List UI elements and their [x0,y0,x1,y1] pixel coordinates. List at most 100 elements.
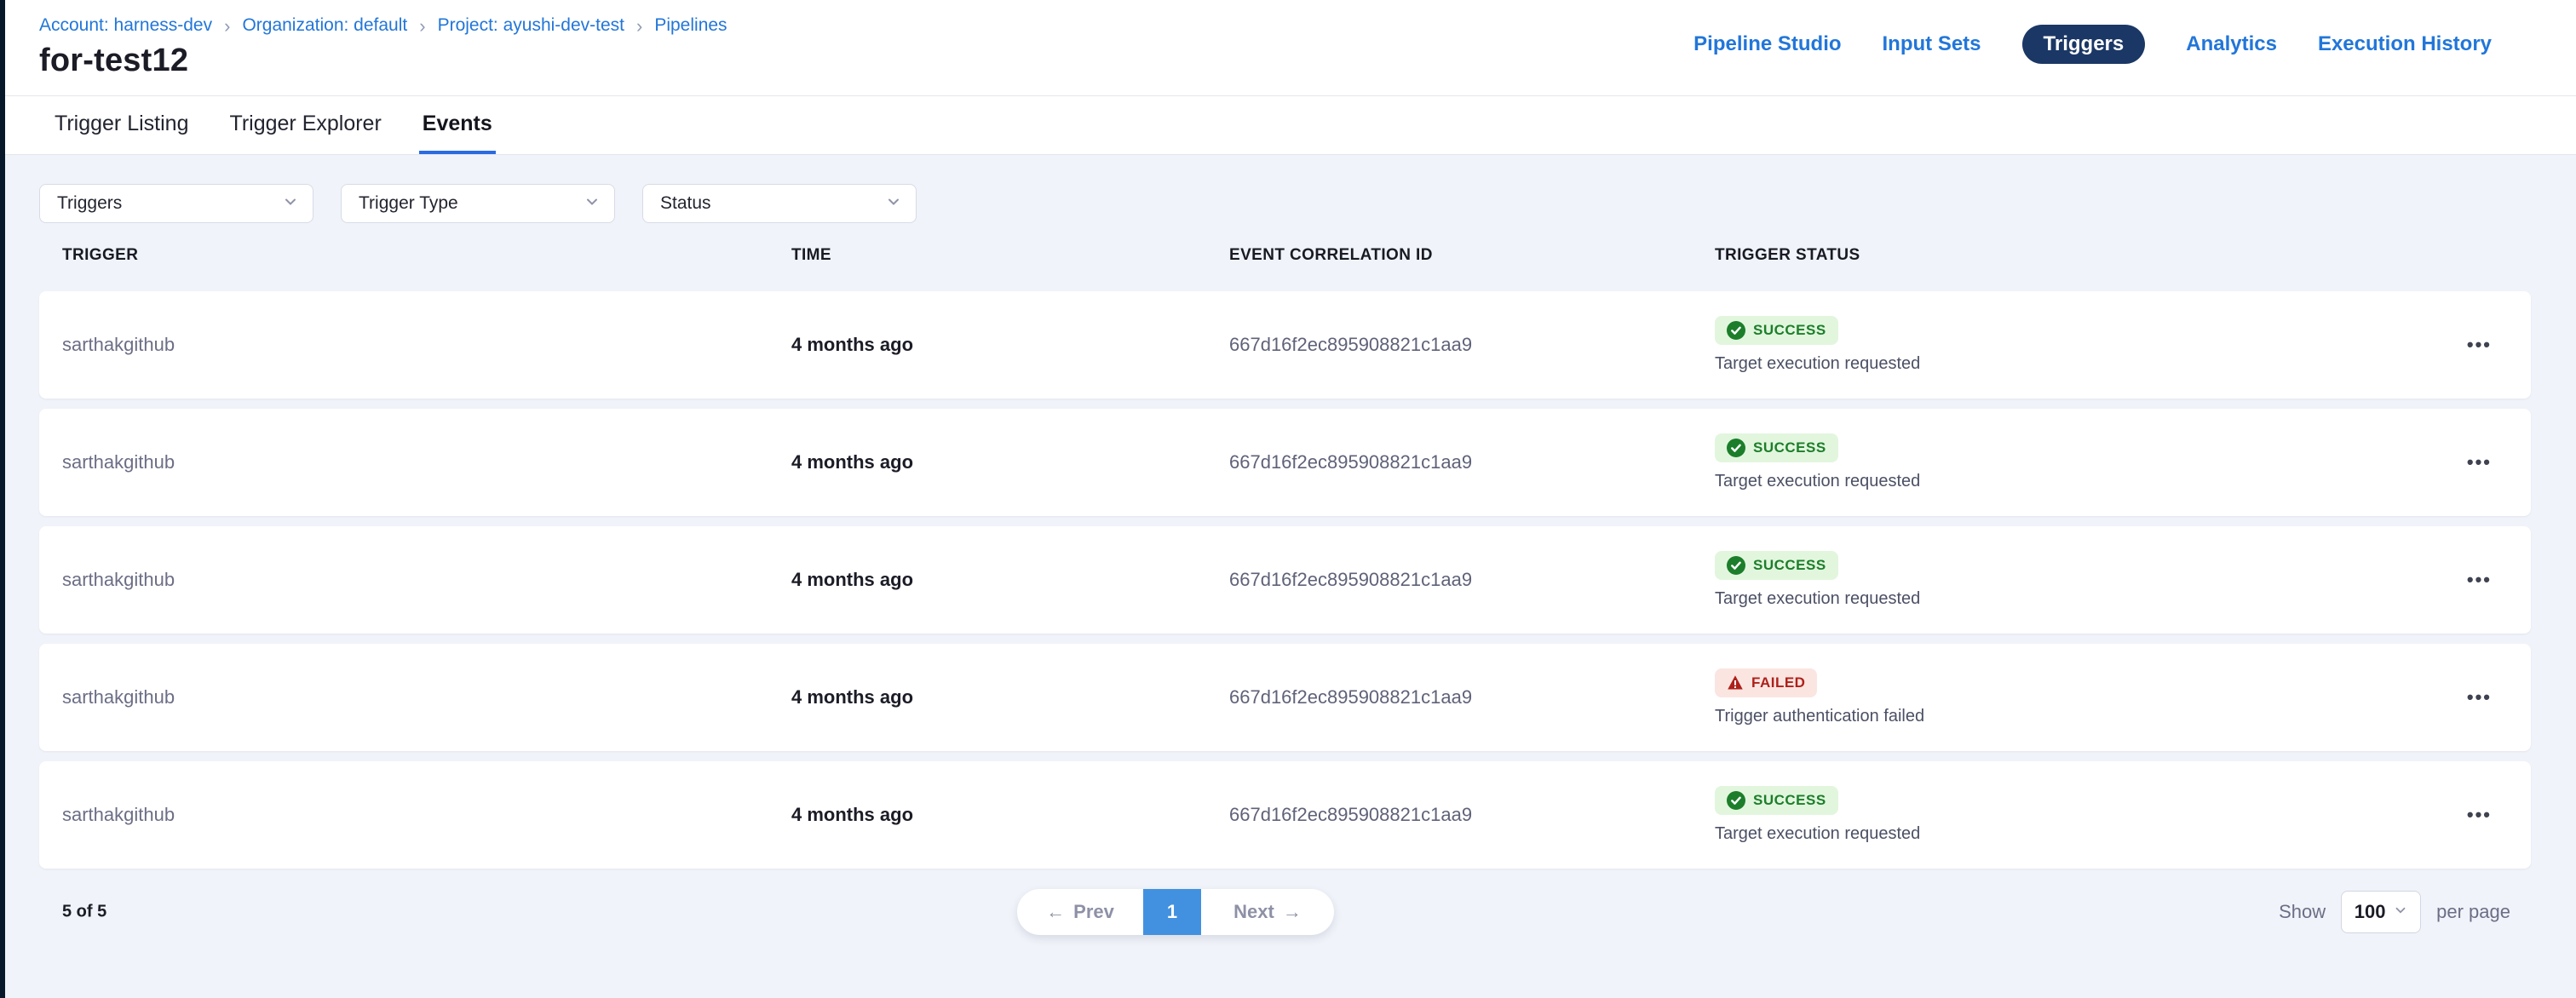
trigger-name: sarthakgithub [62,451,791,473]
tab-trigger-listing[interactable]: Trigger Listing [51,96,192,154]
status-label: SUCCESS [1753,322,1826,339]
breadcrumb: Account: harness-dev › Organization: def… [39,15,727,36]
status-message: Target execution requested [1715,824,1920,844]
trigger-name: sarthakgithub [62,686,791,708]
breadcrumb-separator-icon: › [419,16,425,36]
next-page-button[interactable]: Next → [1201,889,1334,935]
check-circle-icon [1727,439,1745,457]
table-row: sarthakgithub 4 months ago 667d16f2ec895… [39,291,2531,399]
nav-analytics[interactable]: Analytics [2186,32,2277,56]
warning-triangle-icon [1727,674,1744,691]
status-filter-dropdown[interactable]: Status [642,184,917,223]
nav-triggers[interactable]: Triggers [2022,25,2146,64]
breadcrumb-project[interactable]: Project: ayushi-dev-test [438,15,624,36]
page-size-control: Show 100 per page [2279,891,2510,933]
nav-input-sets[interactable]: Input Sets [1883,32,1981,56]
table-row: sarthakgithub 4 months ago 667d16f2ec895… [39,409,2531,516]
trigger-name: sarthakgithub [62,569,791,591]
event-correlation-id: 667d16f2ec895908821c1aa9 [1229,569,1715,591]
show-label: Show [2279,901,2326,923]
more-options-icon[interactable]: ••• [2467,569,2492,590]
event-correlation-id: 667d16f2ec895908821c1aa9 [1229,451,1715,473]
prev-page-button[interactable]: ← Prev [1017,889,1143,935]
tab-events[interactable]: Events [419,96,496,154]
status-badge: SUCCESS [1715,316,1838,345]
trigger-type-filter-label: Trigger Type [359,193,458,214]
page-title: for-test12 [39,43,188,79]
tab-trigger-explorer[interactable]: Trigger Explorer [226,96,384,154]
page-header: Account: harness-dev › Organization: def… [5,0,2576,95]
event-correlation-id: 667d16f2ec895908821c1aa9 [1229,334,1715,356]
prev-label: Prev [1073,901,1114,923]
column-event-correlation-id: EVENT CORRELATION ID [1229,246,1715,265]
status-badge: SUCCESS [1715,551,1838,580]
per-page-label: per page [2436,901,2510,923]
breadcrumb-pipelines[interactable]: Pipelines [654,15,727,36]
tab-bar: Trigger Listing Trigger Explorer Events [5,95,2576,155]
breadcrumb-separator-icon: › [224,16,230,36]
trigger-status-cell: FAILED Trigger authentication failed [1715,668,2425,726]
table-header: TRIGGER TIME EVENT CORRELATION ID TRIGGE… [39,238,2531,272]
chevron-down-icon [885,193,902,215]
status-message: Trigger authentication failed [1715,707,1924,726]
triggers-filter-dropdown[interactable]: Triggers [39,184,313,223]
page-size-value: 100 [2355,901,2386,923]
column-time: TIME [791,246,1229,265]
more-options-icon[interactable]: ••• [2467,804,2492,825]
status-label: SUCCESS [1753,557,1826,574]
trigger-name: sarthakgithub [62,334,791,356]
results-summary: 5 of 5 [62,903,106,922]
nav-execution-history[interactable]: Execution History [2318,32,2492,56]
event-time: 4 months ago [791,334,1229,356]
next-label: Next [1233,901,1274,923]
check-circle-icon [1727,321,1745,340]
status-message: Target execution requested [1715,472,1920,491]
column-trigger: TRIGGER [62,246,791,265]
check-circle-icon [1727,791,1745,810]
event-correlation-id: 667d16f2ec895908821c1aa9 [1229,804,1715,826]
trigger-type-filter-dropdown[interactable]: Trigger Type [341,184,615,223]
triggers-events-page: Account: harness-dev › Organization: def… [0,0,2576,998]
pipeline-top-nav: Pipeline Studio Input Sets Triggers Anal… [1693,26,2492,63]
trigger-status-cell: SUCCESS Target execution requested [1715,786,2425,844]
trigger-status-cell: SUCCESS Target execution requested [1715,433,2425,491]
chevron-down-icon [584,193,601,215]
more-options-icon[interactable]: ••• [2467,686,2492,708]
status-message: Target execution requested [1715,354,1920,374]
current-page-button[interactable]: 1 [1143,889,1201,935]
arrow-left-icon: ← [1046,901,1065,923]
event-time: 4 months ago [791,686,1229,708]
table-row: sarthakgithub 4 months ago 667d16f2ec895… [39,526,2531,634]
status-message: Target execution requested [1715,589,1920,609]
status-badge: SUCCESS [1715,433,1838,462]
event-time: 4 months ago [791,569,1229,591]
more-options-icon[interactable]: ••• [2467,451,2492,473]
table-row: sarthakgithub 4 months ago 667d16f2ec895… [39,644,2531,751]
breadcrumb-account[interactable]: Account: harness-dev [39,15,212,36]
trigger-name: sarthakgithub [62,804,791,826]
list-footer: 5 of 5 ← Prev 1 Next → Show 100 [39,889,2531,935]
status-badge: FAILED [1715,668,1817,697]
more-options-icon[interactable]: ••• [2467,334,2492,355]
event-time: 4 months ago [791,451,1229,473]
status-label: FAILED [1751,674,1805,691]
filters-row: Triggers Trigger Type Status [39,155,2542,223]
events-content: Triggers Trigger Type Status TRIGGER TIM… [5,155,2576,998]
chevron-down-icon [282,193,299,215]
event-correlation-id: 667d16f2ec895908821c1aa9 [1229,686,1715,708]
column-trigger-status: TRIGGER STATUS [1715,246,2425,265]
breadcrumb-organization[interactable]: Organization: default [242,15,407,36]
page-size-select[interactable]: 100 [2341,891,2421,933]
events-list: sarthakgithub 4 months ago 667d16f2ec895… [39,291,2542,869]
nav-pipeline-studio[interactable]: Pipeline Studio [1693,32,1841,56]
trigger-status-cell: SUCCESS Target execution requested [1715,551,2425,609]
status-badge: SUCCESS [1715,786,1838,815]
breadcrumb-separator-icon: › [636,16,642,36]
status-label: SUCCESS [1753,792,1826,809]
event-time: 4 months ago [791,804,1229,826]
pagination: ← Prev 1 Next → [1017,889,1334,935]
triggers-filter-label: Triggers [57,193,122,214]
status-label: SUCCESS [1753,439,1826,456]
table-row: sarthakgithub 4 months ago 667d16f2ec895… [39,761,2531,869]
check-circle-icon [1727,556,1745,575]
